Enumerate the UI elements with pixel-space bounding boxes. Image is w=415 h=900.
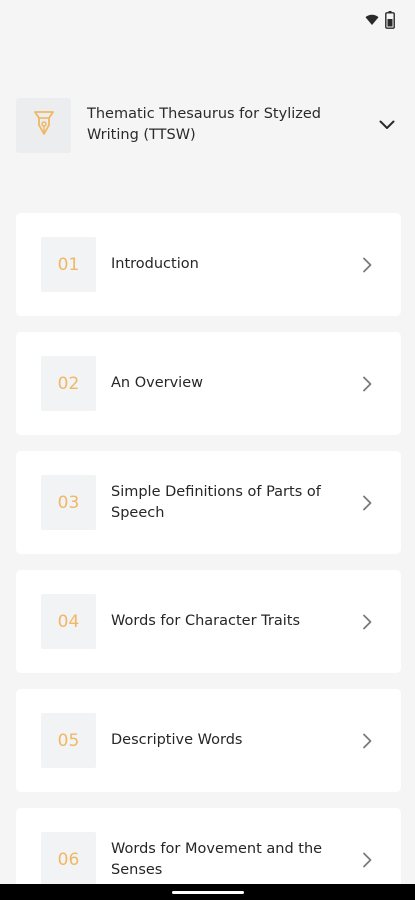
pen-nib-icon	[31, 109, 57, 141]
chapter-card[interactable]: 01 Introduction	[16, 213, 401, 316]
chapter-card[interactable]: 04 Words for Character Traits	[16, 570, 401, 673]
chapter-number: 01	[41, 237, 96, 292]
chapter-title: Simple Definitions of Parts of Speech	[111, 483, 321, 521]
chapter-list: 01 Introduction 02 An Overview 03 Simple…	[16, 213, 401, 900]
home-indicator[interactable]	[172, 891, 244, 894]
chapter-title: Introduction	[111, 256, 199, 272]
chevron-right-icon	[357, 612, 377, 632]
chapter-number: 06	[41, 832, 96, 887]
chapter-number: 04	[41, 594, 96, 649]
chapter-number: 05	[41, 713, 96, 768]
chevron-right-icon	[357, 731, 377, 751]
chevron-right-icon	[357, 255, 377, 275]
chapter-card[interactable]: 03 Simple Definitions of Parts of Speech	[16, 451, 401, 554]
chevron-right-icon	[357, 493, 377, 513]
app-screen: Thematic Thesaurus for Stylized Writing …	[0, 0, 415, 900]
status-bar	[365, 10, 395, 30]
chapter-title: Words for Character Traits	[111, 613, 301, 629]
wifi-icon	[365, 14, 379, 26]
chevron-down-icon[interactable]	[377, 115, 397, 135]
book-header[interactable]: Thematic Thesaurus for Stylized Writing …	[16, 97, 399, 153]
battery-icon	[385, 11, 395, 29]
chevron-right-icon	[357, 850, 377, 870]
book-title: Thematic Thesaurus for Stylized Writing …	[87, 106, 321, 143]
chevron-right-icon	[357, 374, 377, 394]
chapter-title: Descriptive Words	[111, 732, 243, 748]
chapter-number: 03	[41, 475, 96, 530]
chapter-card[interactable]: 02 An Overview	[16, 332, 401, 435]
system-navigation-bar	[0, 884, 415, 900]
chapter-title: Words for Movement and the Senses	[111, 840, 323, 878]
chapter-title: An Overview	[111, 375, 203, 391]
app-logo	[16, 97, 71, 153]
chapter-number: 02	[41, 356, 96, 411]
chapter-card[interactable]: 05 Descriptive Words	[16, 689, 401, 792]
